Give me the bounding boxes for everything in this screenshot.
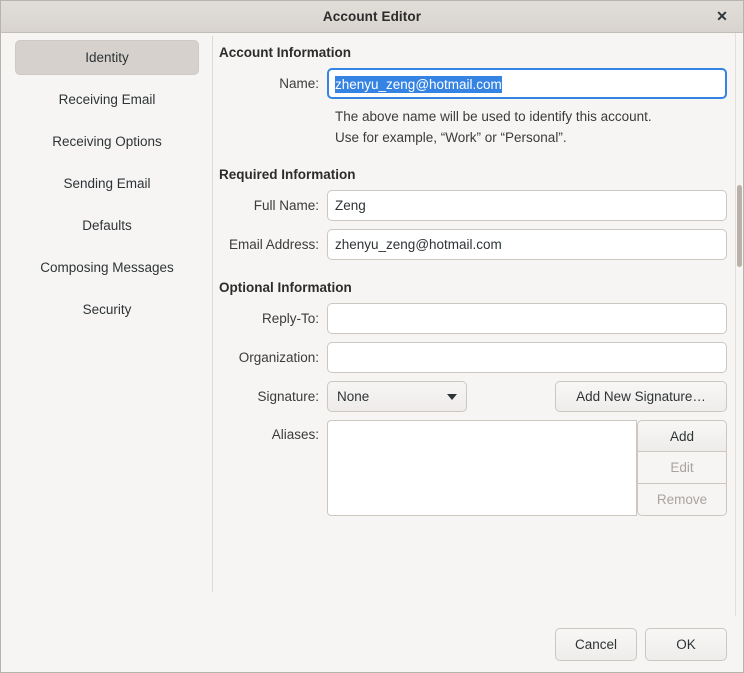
reply-to-label: Reply-To:: [261, 311, 319, 326]
sidebar-item-defaults[interactable]: Defaults: [15, 208, 199, 243]
content-scrollbar-thumb[interactable]: [737, 185, 742, 267]
account-editor-window: Account Editor ✕ Identity Receiving Emai…: [0, 0, 744, 673]
email-address-label: Email Address:: [228, 237, 319, 252]
name-input[interactable]: zhenyu_zeng@hotmail.com: [327, 68, 727, 99]
name-input-value: zhenyu_zeng@hotmail.com: [335, 76, 502, 93]
sidebar-item-security[interactable]: Security: [15, 292, 199, 327]
sidebar: Identity Receiving Email Receiving Optio…: [1, 33, 213, 616]
alias-add-button[interactable]: Add: [637, 420, 727, 452]
alias-edit-button: Edit: [637, 452, 727, 484]
sidebar-item-label: Receiving Options: [52, 134, 162, 149]
aliases-control: Add Edit Remove: [327, 420, 727, 516]
reply-to-input[interactable]: [327, 303, 727, 334]
organization-row: Organization:: [213, 342, 743, 373]
optional-information-heading: Optional Information: [219, 280, 352, 295]
sidebar-item-receiving-email[interactable]: Receiving Email: [15, 82, 199, 117]
aliases-label: Aliases:: [271, 427, 319, 442]
email-address-row: Email Address: zhenyu_zeng@hotmail.com: [213, 229, 743, 260]
organization-label: Organization:: [238, 350, 319, 365]
sidebar-item-label: Security: [82, 302, 132, 317]
full-name-row: Full Name: Zeng: [213, 190, 743, 221]
email-address-input[interactable]: zhenyu_zeng@hotmail.com: [327, 229, 727, 260]
signature-row: Signature: None Add New Signature…: [213, 381, 743, 412]
organization-input[interactable]: [327, 342, 727, 373]
dialog-footer: Cancel OK: [1, 616, 743, 672]
dialog-body: Identity Receiving Email Receiving Optio…: [1, 33, 743, 616]
reply-to-row: Reply-To:: [213, 303, 743, 334]
ok-button[interactable]: OK: [645, 627, 727, 661]
sidebar-item-identity[interactable]: Identity: [15, 40, 199, 75]
signature-label: Signature:: [257, 389, 319, 404]
sidebar-item-label: Sending Email: [63, 176, 151, 191]
account-information-heading: Account Information: [219, 45, 351, 60]
identity-panel: Account Information Name: zhenyu_zeng@ho…: [213, 33, 743, 616]
aliases-row: Aliases: Add Edit Remove: [213, 420, 743, 516]
cancel-button[interactable]: Cancel: [555, 627, 637, 661]
add-new-signature-button[interactable]: Add New Signature…: [555, 381, 727, 412]
signature-dropdown[interactable]: None: [327, 381, 467, 412]
name-row: Name: zhenyu_zeng@hotmail.com: [213, 68, 743, 99]
full-name-input[interactable]: Zeng: [327, 190, 727, 221]
sidebar-item-receiving-options[interactable]: Receiving Options: [15, 124, 199, 159]
sidebar-item-label: Defaults: [82, 218, 132, 233]
chevron-down-icon: [447, 393, 457, 400]
sidebar-item-label: Identity: [85, 50, 129, 65]
name-help-line-1: The above name will be used to identify …: [335, 109, 652, 124]
window-title: Account Editor: [322, 9, 422, 24]
aliases-button-group: Add Edit Remove: [637, 420, 727, 516]
sidebar-item-label: Receiving Email: [58, 92, 156, 107]
sidebar-item-label: Composing Messages: [40, 260, 174, 275]
aliases-list[interactable]: [327, 420, 637, 516]
required-information-heading: Required Information: [219, 167, 356, 182]
name-label: Name:: [279, 76, 319, 91]
alias-remove-button: Remove: [637, 484, 727, 516]
sidebar-item-sending-email[interactable]: Sending Email: [15, 166, 199, 201]
content-scrollbar[interactable]: [735, 33, 743, 616]
full-name-label: Full Name:: [253, 198, 319, 213]
titlebar: Account Editor ✕: [1, 1, 743, 33]
close-icon[interactable]: ✕: [709, 4, 735, 30]
sidebar-item-composing-messages[interactable]: Composing Messages: [15, 250, 199, 285]
signature-dropdown-value: None: [337, 389, 370, 404]
name-help-line-2: Use for example, “Work” or “Personal”.: [335, 130, 567, 145]
